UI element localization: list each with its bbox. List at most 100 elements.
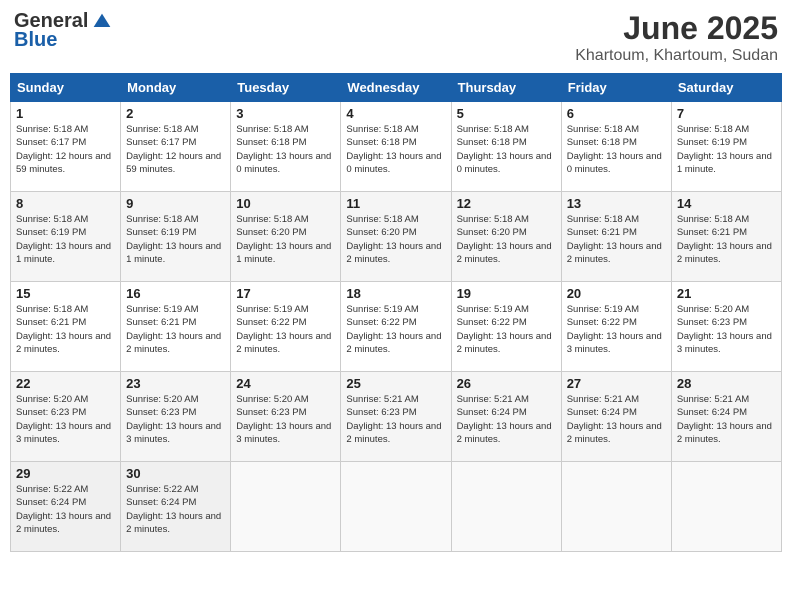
weekday-friday: Friday [561,74,671,102]
day-number: 11 [346,196,445,211]
day-number: 30 [126,466,225,481]
day-info: Sunrise: 5:21 AMSunset: 6:23 PMDaylight:… [346,393,445,446]
day-cell-19: 19 Sunrise: 5:19 AMSunset: 6:22 PMDayligh… [451,282,561,372]
day-cell-30: 30Sunrise: 5:22 AMSunset: 6:24 PMDayligh… [121,462,231,552]
week-row-1: 1 Sunrise: 5:18 AMSunset: 6:17 PMDaylight… [11,102,782,192]
day-info: Sunrise: 5:18 AMSunset: 6:17 PMDaylight:… [16,123,115,176]
day-info: Sunrise: 5:18 AMSunset: 6:19 PMDaylight:… [126,213,225,266]
day-number: 1 [16,106,115,121]
day-cell-15: 15 Sunrise: 5:18 AMSunset: 6:21 PMDayligh… [11,282,121,372]
day-number: 16 [126,286,225,301]
weekday-header-row: SundayMondayTuesdayWednesdayThursdayFrid… [11,74,782,102]
day-cell-4: 4Sunrise: 5:18 AMSunset: 6:18 PMDaylight… [341,102,451,192]
day-info: Sunrise: 5:20 AMSunset: 6:23 PMDaylight:… [16,393,115,446]
page-header: General Blue June 2025 Khartoum, Khartou… [10,10,782,65]
day-cell-27: 27 Sunrise: 5:21 AMSunset: 6:24 PMDayligh… [561,372,671,462]
day-number: 26 [457,376,556,391]
day-number: 20 [567,286,666,301]
day-number: 15 [16,286,115,301]
day-info: Sunrise: 5:19 AMSunset: 6:22 PMDaylight:… [567,303,666,356]
day-info: Sunrise: 5:19 AMSunset: 6:22 PMDaylight:… [236,303,335,356]
day-cell-13: 13 Sunrise: 5:18 AMSunset: 6:21 PMDayligh… [561,192,671,282]
day-number: 6 [567,106,666,121]
day-cell-11: 11 Sunrise: 5:18 AMSunset: 6:20 PMDayligh… [341,192,451,282]
title-block: June 2025 Khartoum, Khartoum, Sudan [575,10,778,65]
day-cell-6: 6 Sunrise: 5:18 AMSunset: 6:18 PMDaylight… [561,102,671,192]
day-info: Sunrise: 5:20 AMSunset: 6:23 PMDaylight:… [236,393,335,446]
empty-cell [341,462,451,552]
day-number: 13 [567,196,666,211]
weekday-thursday: Thursday [451,74,561,102]
day-number: 7 [677,106,776,121]
day-cell-1: 1 Sunrise: 5:18 AMSunset: 6:17 PMDaylight… [11,102,121,192]
empty-cell [451,462,561,552]
day-number: 14 [677,196,776,211]
day-number: 12 [457,196,556,211]
weekday-sunday: Sunday [11,74,121,102]
logo-icon [92,12,112,32]
day-info: Sunrise: 5:21 AMSunset: 6:24 PMDaylight:… [567,393,666,446]
day-info: Sunrise: 5:18 AMSunset: 6:18 PMDaylight:… [567,123,666,176]
day-cell-14: 14 Sunrise: 5:18 AMSunset: 6:21 PMDayligh… [671,192,781,282]
day-cell-10: 10Sunrise: 5:18 AMSunset: 6:20 PMDayligh… [231,192,341,282]
day-info: Sunrise: 5:18 AMSunset: 6:19 PMDaylight:… [677,123,776,176]
empty-cell [671,462,781,552]
week-row-3: 15 Sunrise: 5:18 AMSunset: 6:21 PMDayligh… [11,282,782,372]
day-number: 3 [236,106,335,121]
day-info: Sunrise: 5:18 AMSunset: 6:18 PMDaylight:… [457,123,556,176]
day-cell-23: 23Sunrise: 5:20 AMSunset: 6:23 PMDayligh… [121,372,231,462]
empty-cell [561,462,671,552]
day-cell-12: 12 Sunrise: 5:18 AMSunset: 6:20 PMDayligh… [451,192,561,282]
weekday-monday: Monday [121,74,231,102]
day-cell-18: 18Sunrise: 5:19 AMSunset: 6:22 PMDayligh… [341,282,451,372]
day-number: 8 [16,196,115,211]
day-info: Sunrise: 5:18 AMSunset: 6:21 PMDaylight:… [16,303,115,356]
day-number: 5 [457,106,556,121]
week-row-2: 8 Sunrise: 5:18 AMSunset: 6:19 PMDaylight… [11,192,782,282]
day-number: 19 [457,286,556,301]
day-info: Sunrise: 5:19 AMSunset: 6:22 PMDaylight:… [457,303,556,356]
day-number: 23 [126,376,225,391]
day-info: Sunrise: 5:21 AMSunset: 6:24 PMDaylight:… [677,393,776,446]
day-info: Sunrise: 5:18 AMSunset: 6:18 PMDaylight:… [236,123,335,176]
day-number: 29 [16,466,115,481]
day-info: Sunrise: 5:18 AMSunset: 6:19 PMDaylight:… [16,213,115,266]
weekday-saturday: Saturday [671,74,781,102]
day-number: 27 [567,376,666,391]
day-cell-25: 25Sunrise: 5:21 AMSunset: 6:23 PMDayligh… [341,372,451,462]
day-info: Sunrise: 5:18 AMSunset: 6:21 PMDaylight:… [677,213,776,266]
day-info: Sunrise: 5:18 AMSunset: 6:20 PMDaylight:… [457,213,556,266]
day-cell-9: 9 Sunrise: 5:18 AMSunset: 6:19 PMDaylight… [121,192,231,282]
day-cell-16: 16 Sunrise: 5:19 AMSunset: 6:21 PMDayligh… [121,282,231,372]
day-info: Sunrise: 5:18 AMSunset: 6:20 PMDaylight:… [236,213,335,266]
day-number: 2 [126,106,225,121]
day-number: 24 [236,376,335,391]
day-number: 21 [677,286,776,301]
day-cell-5: 5 Sunrise: 5:18 AMSunset: 6:18 PMDaylight… [451,102,561,192]
week-row-5: 29Sunrise: 5:22 AMSunset: 6:24 PMDayligh… [11,462,782,552]
day-cell-3: 3 Sunrise: 5:18 AMSunset: 6:18 PMDaylight… [231,102,341,192]
day-cell-21: 21 Sunrise: 5:20 AMSunset: 6:23 PMDayligh… [671,282,781,372]
day-cell-24: 24 Sunrise: 5:20 AMSunset: 6:23 PMDayligh… [231,372,341,462]
empty-cell [231,462,341,552]
day-number: 22 [16,376,115,391]
day-info: Sunrise: 5:18 AMSunset: 6:20 PMDaylight:… [346,213,445,266]
day-cell-26: 26 Sunrise: 5:21 AMSunset: 6:24 PMDayligh… [451,372,561,462]
day-info: Sunrise: 5:18 AMSunset: 6:21 PMDaylight:… [567,213,666,266]
day-info: Sunrise: 5:20 AMSunset: 6:23 PMDaylight:… [677,303,776,356]
day-number: 9 [126,196,225,211]
day-cell-22: 22 Sunrise: 5:20 AMSunset: 6:23 PMDayligh… [11,372,121,462]
week-row-4: 22 Sunrise: 5:20 AMSunset: 6:23 PMDayligh… [11,372,782,462]
weekday-tuesday: Tuesday [231,74,341,102]
day-cell-8: 8 Sunrise: 5:18 AMSunset: 6:19 PMDaylight… [11,192,121,282]
day-cell-2: 2Sunrise: 5:18 AMSunset: 6:17 PMDaylight… [121,102,231,192]
calendar-table: SundayMondayTuesdayWednesdayThursdayFrid… [10,73,782,552]
day-info: Sunrise: 5:19 AMSunset: 6:21 PMDaylight:… [126,303,225,356]
day-info: Sunrise: 5:18 AMSunset: 6:18 PMDaylight:… [346,123,445,176]
logo-blue: Blue [14,29,57,52]
day-number: 28 [677,376,776,391]
day-info: Sunrise: 5:21 AMSunset: 6:24 PMDaylight:… [457,393,556,446]
day-cell-20: 20 Sunrise: 5:19 AMSunset: 6:22 PMDayligh… [561,282,671,372]
day-cell-17: 17Sunrise: 5:19 AMSunset: 6:22 PMDayligh… [231,282,341,372]
day-cell-7: 7 Sunrise: 5:18 AMSunset: 6:19 PMDaylight… [671,102,781,192]
